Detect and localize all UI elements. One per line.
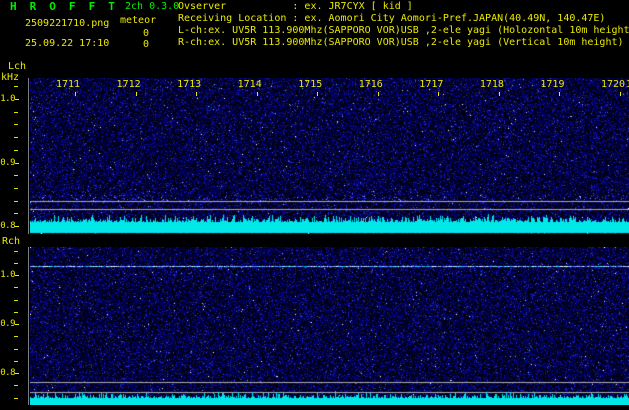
meteor-count-l: 0 xyxy=(142,28,149,39)
time-axis-label: 1713 xyxy=(177,79,202,90)
rch-freq-minor-tick xyxy=(14,398,18,399)
time-axis-label: 1715 xyxy=(298,79,323,90)
lch-freq-minor-tick xyxy=(14,175,18,176)
time-axis-label: 1718 xyxy=(479,79,504,90)
rch-freq-label: 0.8 xyxy=(0,368,15,378)
time-axis-label: 1714 xyxy=(237,79,262,90)
time-axis-label: 1716 xyxy=(358,79,383,90)
lch-freq-minor-tick xyxy=(14,201,18,202)
rch-freq-minor-tick xyxy=(14,312,18,313)
lch-freq-minor-tick xyxy=(14,112,18,113)
time-axis-label: 1720 xyxy=(600,79,626,90)
lch-freq-major-tick xyxy=(15,99,19,100)
lch-freq-minor-tick xyxy=(14,188,18,189)
lch-info-line: L-ch:ex. UV5R 113.900Mhz(SAPPORO VOR)USB… xyxy=(178,25,629,36)
rch-freq-minor-tick xyxy=(14,263,18,264)
observer-line: Ovserver : ex. JR7CYX [ kid ] xyxy=(178,1,413,12)
lch-freq-minor-tick xyxy=(14,137,18,138)
freq-unit-label: kHz xyxy=(1,72,20,83)
lch-freq-major-tick xyxy=(15,163,19,164)
rch-freq-major-tick xyxy=(15,324,19,325)
time-axis-tick xyxy=(317,92,318,96)
hrofft-screen: H R O F F T 2ch 0.3.0 2509221710.png met… xyxy=(0,0,629,410)
rch-freq-minor-tick xyxy=(14,349,18,350)
lch-label: Lch xyxy=(8,61,27,72)
time-axis-tick xyxy=(378,92,379,96)
lch-panel-left-edge xyxy=(28,78,29,234)
rch-panel-left-edge xyxy=(28,247,29,405)
lch-freq-major-tick xyxy=(15,226,19,227)
time-axis-label: 1711 xyxy=(56,79,81,90)
rch-freq-major-tick xyxy=(15,275,19,276)
rch-freq-minor-tick xyxy=(14,385,18,386)
time-axis-tick xyxy=(257,92,258,96)
lch-freq-minor-tick xyxy=(14,86,18,87)
rch-label: Rch xyxy=(2,236,21,247)
time-axis-tick xyxy=(438,92,439,96)
filename-label: 2509221710.png xyxy=(25,18,110,29)
lch-freq-label: 1.0 xyxy=(0,94,15,104)
rch-info-line: R-ch:ex. UV5R 113.900Mhz(SAPPORO VOR)USB… xyxy=(178,37,624,48)
lch-freq-minor-tick xyxy=(14,150,18,151)
datetime-label: 25.09.22 17:10 xyxy=(25,38,110,49)
version-label: 2ch 0.3.0 xyxy=(125,1,180,12)
rch-freq-minor-tick xyxy=(14,336,18,337)
time-axis-tick xyxy=(499,92,500,96)
location-line: Receiving Location : ex. Aomori City Aom… xyxy=(178,13,606,24)
lch-freq-label: 0.8 xyxy=(0,221,15,231)
time-axis-tick xyxy=(196,92,197,96)
lch-freq-label: 0.9 xyxy=(0,158,15,168)
rch-spectrogram xyxy=(30,247,629,405)
time-axis-label: 1719 xyxy=(540,79,565,90)
time-axis-tick xyxy=(136,92,137,96)
time-axis-tick xyxy=(620,92,621,96)
time-axis-label: 1717 xyxy=(419,79,444,90)
rch-freq-minor-tick xyxy=(14,287,18,288)
time-axis-tick xyxy=(559,92,560,96)
time-axis-tick xyxy=(75,92,76,96)
rch-freq-major-tick xyxy=(15,373,19,374)
lch-spectrogram xyxy=(30,78,629,234)
rch-freq-label: 0.9 xyxy=(0,319,15,329)
rch-freq-minor-tick xyxy=(14,300,18,301)
lch-freq-minor-tick xyxy=(14,124,18,125)
rch-freq-label: 1.0 xyxy=(0,270,15,280)
time-axis-label: 1712 xyxy=(116,79,141,90)
rch-freq-minor-tick xyxy=(14,361,18,362)
meteor-count-r: 0 xyxy=(142,39,149,50)
lch-freq-minor-tick xyxy=(14,213,18,214)
mode-label: meteor xyxy=(120,15,157,26)
app-title: H R O F F T xyxy=(10,0,119,13)
rch-freq-minor-tick xyxy=(14,251,18,252)
